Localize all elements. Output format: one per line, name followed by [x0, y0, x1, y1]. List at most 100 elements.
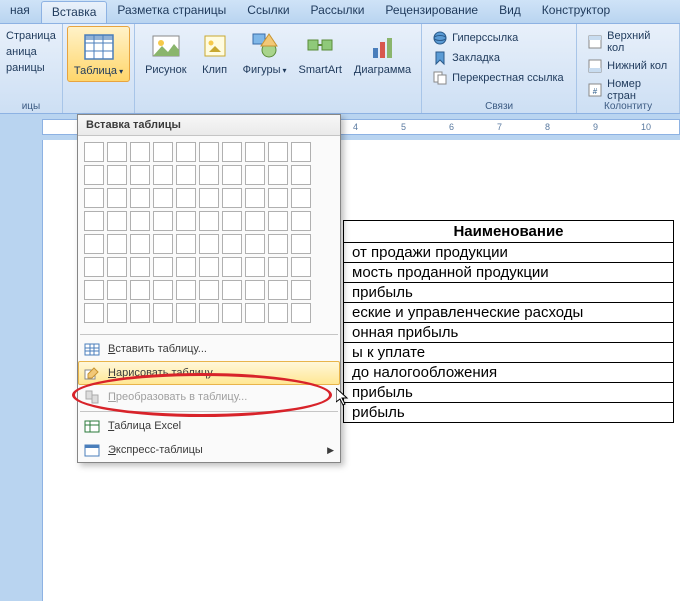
grid-cell[interactable] — [245, 142, 265, 162]
grid-cell[interactable] — [176, 280, 196, 300]
bookmark-button[interactable]: Закладка — [432, 48, 566, 68]
express-tables-item[interactable]: Экспресс-таблицы ▶ — [78, 438, 340, 462]
grid-cell[interactable] — [199, 188, 219, 208]
grid-cell[interactable] — [153, 257, 173, 277]
grid-cell[interactable] — [245, 211, 265, 231]
table-header[interactable]: Наименование — [344, 221, 674, 243]
grid-cell[interactable] — [291, 188, 311, 208]
grid-cell[interactable] — [268, 280, 288, 300]
draw-table-item[interactable]: Нарисовать таблицу — [78, 361, 340, 385]
grid-cell[interactable] — [107, 211, 127, 231]
grid-cell[interactable] — [153, 211, 173, 231]
tab-page-layout[interactable]: Разметка страницы — [107, 0, 237, 23]
table-cell[interactable]: от продажи продукции — [344, 243, 674, 263]
table-button[interactable]: Таблица — [67, 26, 130, 82]
grid-cell[interactable] — [291, 303, 311, 323]
table-cell[interactable]: прибыль — [344, 383, 674, 403]
hyperlink-button[interactable]: Гиперссылка — [432, 28, 566, 48]
tab-view[interactable]: Вид — [489, 0, 532, 23]
grid-cell[interactable] — [176, 188, 196, 208]
grid-cell[interactable] — [245, 188, 265, 208]
grid-cell[interactable] — [84, 211, 104, 231]
grid-cell[interactable] — [130, 211, 150, 231]
grid-cell[interactable] — [107, 280, 127, 300]
table-cell[interactable]: мость проданной продукции — [344, 263, 674, 283]
tab-home[interactable]: ная — [0, 0, 41, 23]
grid-cell[interactable] — [222, 234, 242, 254]
grid-cell[interactable] — [268, 211, 288, 231]
grid-cell[interactable] — [176, 303, 196, 323]
grid-cell[interactable] — [222, 188, 242, 208]
grid-cell[interactable] — [153, 303, 173, 323]
insert-table-item[interactable]: Вставить таблицу... — [78, 337, 340, 361]
document-table[interactable]: Наименование от продажи продукциимость п… — [343, 220, 674, 423]
tab-references[interactable]: Ссылки — [237, 0, 300, 23]
table-cell[interactable]: еские и управленческие расходы — [344, 303, 674, 323]
table-cell[interactable]: рибыль — [344, 403, 674, 423]
grid-cell[interactable] — [199, 303, 219, 323]
grid-cell[interactable] — [291, 142, 311, 162]
grid-cell[interactable] — [199, 234, 219, 254]
grid-cell[interactable] — [153, 234, 173, 254]
excel-table-item[interactable]: Таблица Excel — [78, 414, 340, 438]
grid-cell[interactable] — [291, 280, 311, 300]
grid-cell[interactable] — [84, 234, 104, 254]
grid-cell[interactable] — [222, 303, 242, 323]
grid-cell[interactable] — [84, 142, 104, 162]
grid-cell[interactable] — [268, 257, 288, 277]
smartart-button[interactable]: SmartArt — [293, 26, 348, 80]
grid-cell[interactable] — [222, 257, 242, 277]
grid-cell[interactable] — [130, 303, 150, 323]
grid-cell[interactable] — [268, 142, 288, 162]
grid-cell[interactable] — [176, 211, 196, 231]
picture-button[interactable]: Рисунок — [139, 26, 193, 80]
cover-page[interactable]: Страница — [6, 28, 56, 44]
blank-page[interactable]: аница — [6, 44, 56, 60]
grid-cell[interactable] — [84, 165, 104, 185]
grid-cell[interactable] — [84, 188, 104, 208]
grid-cell[interactable] — [222, 142, 242, 162]
table-cell[interactable]: онная прибыль — [344, 323, 674, 343]
grid-cell[interactable] — [245, 234, 265, 254]
grid-cell[interactable] — [176, 165, 196, 185]
grid-cell[interactable] — [199, 165, 219, 185]
grid-cell[interactable] — [245, 165, 265, 185]
grid-cell[interactable] — [107, 234, 127, 254]
grid-cell[interactable] — [84, 280, 104, 300]
grid-cell[interactable] — [199, 142, 219, 162]
footer-button[interactable]: Нижний кол — [587, 56, 669, 76]
grid-cell[interactable] — [268, 234, 288, 254]
grid-cell[interactable] — [222, 165, 242, 185]
grid-cell[interactable] — [291, 257, 311, 277]
table-cell[interactable]: до налогообложения — [344, 363, 674, 383]
grid-cell[interactable] — [268, 303, 288, 323]
grid-cell[interactable] — [84, 303, 104, 323]
grid-cell[interactable] — [222, 280, 242, 300]
grid-cell[interactable] — [199, 211, 219, 231]
grid-cell[interactable] — [291, 234, 311, 254]
table-grid-picker[interactable] — [78, 136, 340, 332]
grid-cell[interactable] — [268, 188, 288, 208]
grid-cell[interactable] — [130, 234, 150, 254]
page-break[interactable]: раницы — [6, 60, 56, 76]
shapes-button[interactable]: Фигуры — [237, 26, 293, 80]
grid-cell[interactable] — [245, 257, 265, 277]
grid-cell[interactable] — [84, 257, 104, 277]
grid-cell[interactable] — [153, 280, 173, 300]
grid-cell[interactable] — [107, 188, 127, 208]
grid-cell[interactable] — [130, 280, 150, 300]
table-cell[interactable]: ы к уплате — [344, 343, 674, 363]
grid-cell[interactable] — [245, 280, 265, 300]
grid-cell[interactable] — [107, 303, 127, 323]
table-cell[interactable]: прибыль — [344, 283, 674, 303]
grid-cell[interactable] — [130, 142, 150, 162]
header-button[interactable]: Верхний кол — [587, 28, 669, 56]
grid-cell[interactable] — [153, 165, 173, 185]
grid-cell[interactable] — [268, 165, 288, 185]
pagenum-button[interactable]: # Номер стран — [587, 76, 669, 104]
tab-insert[interactable]: Вставка — [41, 1, 108, 23]
grid-cell[interactable] — [199, 280, 219, 300]
grid-cell[interactable] — [176, 234, 196, 254]
tab-mailings[interactable]: Рассылки — [301, 0, 376, 23]
crossref-button[interactable]: Перекрестная ссылка — [432, 68, 566, 88]
